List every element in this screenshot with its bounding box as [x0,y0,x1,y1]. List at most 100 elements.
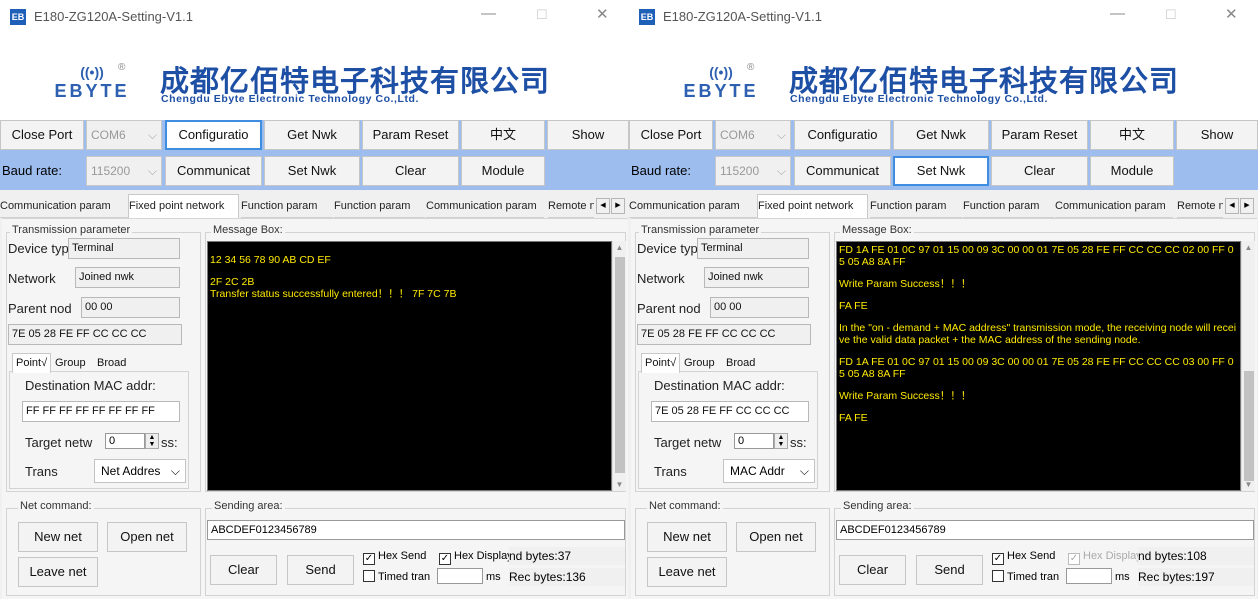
tab-communication-param-2[interactable]: Communication param [1055,196,1173,218]
maximize-icon[interactable]: ☐ [536,7,548,23]
leave-net-button[interactable]: Leave net [647,557,727,587]
tab-point[interactable]: Point√ [12,353,52,373]
baud-rate-select[interactable]: 115200 ⌵ [715,156,791,186]
tab-broad[interactable]: Broad [723,354,758,374]
tab-scroll-right-icon[interactable]: ▶ [611,198,625,214]
hex-display-checkbox[interactable]: ✓ Hex Display [439,549,513,565]
close-icon[interactable]: ✕ [1225,5,1238,23]
new-net-button[interactable]: New net [647,522,727,552]
mac-address-field[interactable]: 7E 05 28 FE FF CC CC CC [8,324,182,345]
port-select[interactable]: COM6 ⌵ [715,120,791,150]
configuration-button[interactable]: Configuratio [794,120,891,150]
new-net-button[interactable]: New net [18,522,98,552]
tab-scroll-left-icon[interactable]: ◀ [596,198,610,214]
language-button[interactable]: 中文 [1090,120,1174,150]
tab-scroll-right-icon[interactable]: ▶ [1240,198,1254,214]
send-clear-button[interactable]: Clear [839,555,906,585]
message-box[interactable]: 12 34 56 78 90 AB CD EF 2F 2C 2B Transfer … [207,241,612,491]
minimize-icon[interactable]: — [481,5,496,22]
set-nwk-button[interactable]: Set Nwk [264,156,360,186]
timed-transmission-checkbox[interactable]: Timed tran [363,570,430,584]
show-button[interactable]: Show [547,120,629,150]
destination-mac-input[interactable]: FF FF FF FF FF FF FF FF [22,401,180,422]
param-reset-button[interactable]: Param Reset [362,120,459,150]
port-select[interactable]: COM6 ⌵ [86,120,162,150]
leave-net-button[interactable]: Leave net [18,557,98,587]
scroll-down-icon[interactable]: ▼ [613,480,626,489]
title-bar[interactable]: EB E180-ZG120A-Setting-V1.1 — ☐ ✕ [0,0,629,34]
scroll-up-icon[interactable]: ▲ [613,243,626,252]
hex-display-checkbox[interactable]: ✓ Hex Display [1068,549,1142,565]
mac-address-field[interactable]: 7E 05 28 FE FF CC CC CC [637,324,811,345]
message-scrollbar[interactable]: ▲ ▼ [1241,241,1255,491]
send-button[interactable]: Send [916,555,983,585]
open-net-button[interactable]: Open net [736,522,816,552]
tab-fixed-point-network[interactable]: Fixed point network [757,194,868,218]
sending-input[interactable]: ABCDEF0123456789 [836,520,1254,540]
close-port-button[interactable]: Close Port [0,120,84,150]
scrollbar-thumb[interactable] [615,257,625,473]
target-network-input[interactable]: 0 [105,433,145,449]
network-field[interactable]: Joined nwk [704,267,809,288]
get-nwk-button[interactable]: Get Nwk [893,120,989,150]
clear-button[interactable]: Clear [362,156,459,186]
open-net-button[interactable]: Open net [107,522,187,552]
target-network-input[interactable]: 0 [734,433,774,449]
tab-scroll-left-icon[interactable]: ◀ [1225,198,1239,214]
param-reset-button[interactable]: Param Reset [991,120,1088,150]
device-type-field[interactable]: Terminal [68,238,180,259]
communicate-button[interactable]: Communicat [794,156,891,186]
clear-button[interactable]: Clear [991,156,1088,186]
title-bar[interactable]: EB E180-ZG120A-Setting-V1.1 — ☐ ✕ [629,0,1258,34]
destination-mac-input[interactable]: 7E 05 28 FE FF CC CC CC [651,401,809,422]
device-type-field[interactable]: Terminal [697,238,809,259]
tab-communication-param[interactable]: Communication param [629,196,757,218]
module-button[interactable]: Module [1090,156,1174,186]
parent-node-field[interactable]: 00 00 [710,297,809,318]
network-field[interactable]: Joined nwk [75,267,180,288]
baud-rate-select[interactable]: 115200 ⌵ [86,156,162,186]
close-port-button[interactable]: Close Port [629,120,713,150]
timed-interval-input[interactable] [437,568,483,584]
send-clear-button[interactable]: Clear [210,555,277,585]
configuration-button[interactable]: Configuratio [165,120,262,150]
get-nwk-button[interactable]: Get Nwk [264,120,360,150]
module-button[interactable]: Module [461,156,545,186]
minimize-icon[interactable]: — [1110,5,1125,22]
tab-remote[interactable]: Remote n [548,196,594,218]
communicate-button[interactable]: Communicat [165,156,262,186]
scrollbar-thumb[interactable] [1244,371,1254,481]
trans-mode-select[interactable]: Net Addres ⌵ [94,459,186,483]
parent-node-field[interactable]: 00 00 [81,297,180,318]
language-button[interactable]: 中文 [461,120,545,150]
tab-fixed-point-network[interactable]: Fixed point network [128,194,239,218]
hex-send-checkbox[interactable]: ✓ Hex Send [992,549,1055,565]
tab-point[interactable]: Point√ [641,353,681,373]
tab-communication-param[interactable]: Communication param [0,196,128,218]
hex-send-checkbox[interactable]: ✓ Hex Send [363,549,426,565]
tab-broad[interactable]: Broad [94,354,129,374]
timed-transmission-checkbox[interactable]: Timed tran [992,570,1059,584]
timed-interval-input[interactable] [1066,568,1112,584]
close-icon[interactable]: ✕ [596,5,609,23]
trans-mode-select[interactable]: MAC Addr ⌵ [723,459,815,483]
stepper-icon[interactable]: ▲ ▼ [145,433,159,449]
tab-remote[interactable]: Remote n [1177,196,1223,218]
sending-input[interactable]: ABCDEF0123456789 [207,520,625,540]
message-scrollbar[interactable]: ▲ ▼ [612,241,626,491]
tab-group[interactable]: Group [681,354,718,374]
maximize-icon[interactable]: ☐ [1165,7,1177,23]
send-button[interactable]: Send [287,555,354,585]
stepper-icon[interactable]: ▲ ▼ [774,433,788,449]
tab-function-param[interactable]: Function param [870,196,962,218]
set-nwk-button[interactable]: Set Nwk [893,156,989,186]
message-box[interactable]: FD 1A FE 01 0C 97 01 15 00 09 3C 00 00 0… [836,241,1241,491]
show-button[interactable]: Show [1176,120,1258,150]
tab-function-param-2[interactable]: Function param [963,196,1054,218]
scroll-down-icon[interactable]: ▼ [1242,480,1255,489]
scroll-up-icon[interactable]: ▲ [1242,243,1255,252]
tab-group[interactable]: Group [52,354,89,374]
tab-communication-param-2[interactable]: Communication param [426,196,544,218]
tab-function-param-2[interactable]: Function param [334,196,425,218]
tab-function-param[interactable]: Function param [241,196,333,218]
